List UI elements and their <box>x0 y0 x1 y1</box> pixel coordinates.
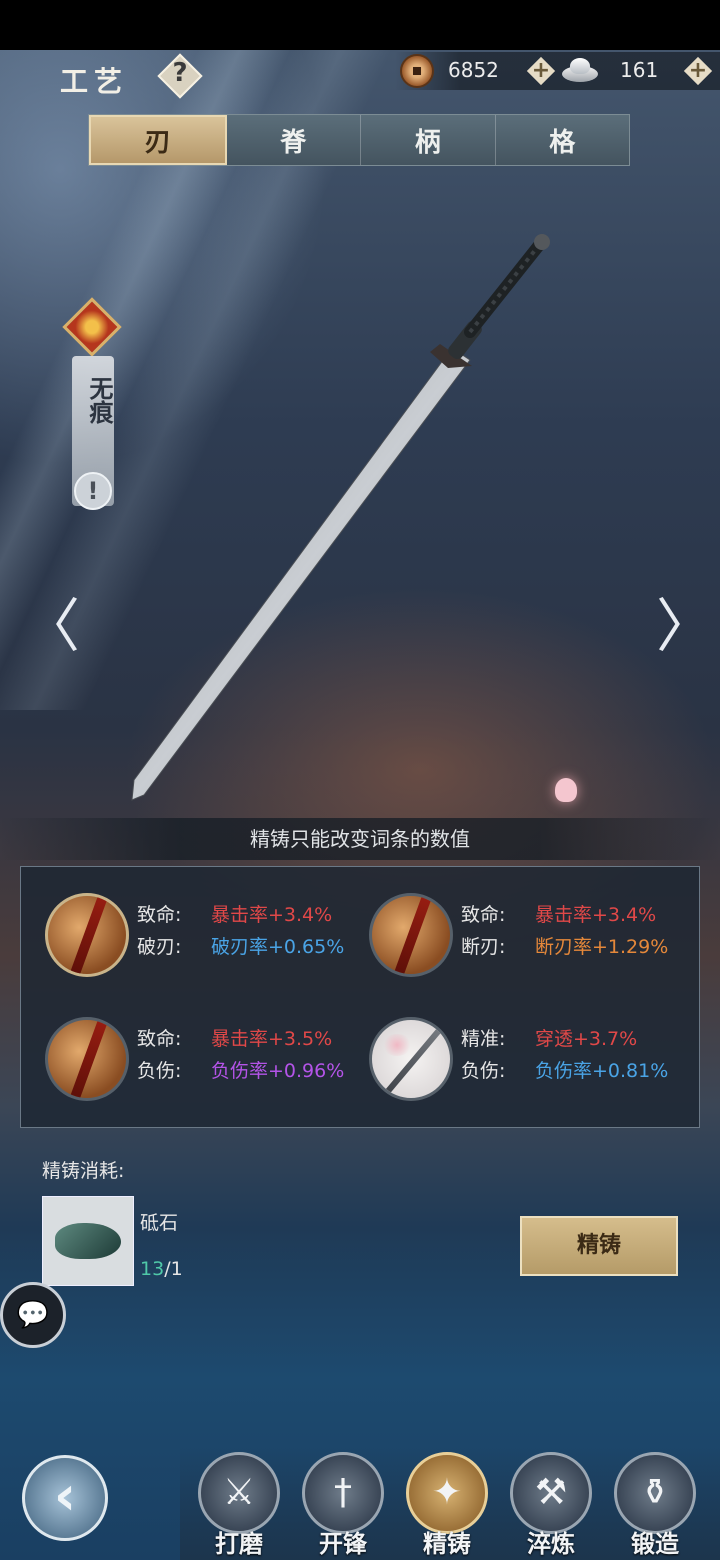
tab-spine[interactable]: 脊 <box>227 115 361 165</box>
silver-amount: 161 <box>620 58 659 82</box>
forge-icon: ⚱ <box>614 1452 696 1534</box>
affix-value: 破刃率+0.65% <box>211 936 345 958</box>
nav-refine[interactable]: ✦ 精铸 <box>402 1452 492 1558</box>
affix-value: 暴击率+3.4% <box>535 904 657 926</box>
affix-slot-4[interactable]: 精准: 穿透+3.7% 负伤: 负伤率+0.81% <box>369 1013 689 1113</box>
whetstone-name: 砥石 <box>140 1212 179 1234</box>
status-bar <box>0 0 720 50</box>
grind-icon: ⚔ <box>198 1452 280 1534</box>
tab-blade[interactable]: 刃 <box>89 115 227 165</box>
help-button[interactable]: ? <box>156 52 204 100</box>
affix-value: 暴击率+3.4% <box>211 904 333 926</box>
floating-lantern <box>555 778 577 802</box>
nav-forge[interactable]: ⚱ 锻造 <box>610 1452 700 1558</box>
affix-value: 断刃率+1.29% <box>535 936 669 958</box>
part-tabs: 刃 脊 柄 格 <box>88 114 630 166</box>
silver-ingot-icon <box>560 56 600 84</box>
blade-affix-icon <box>369 893 453 977</box>
tab-handle[interactable]: 柄 <box>361 115 496 165</box>
whetstone-icon <box>55 1223 121 1259</box>
add-copper-button[interactable]: + <box>526 56 556 86</box>
affix-slot-1[interactable]: 致命: 暴击率+3.4% 破刃: 破刃率+0.65% <box>45 889 365 989</box>
affix-value: 负伤率+0.96% <box>211 1060 345 1082</box>
temper-icon: ⚒ <box>510 1452 592 1534</box>
sharpen-icon: † <box>302 1452 384 1534</box>
copper-amount: 6852 <box>448 58 499 82</box>
tab-guard[interactable]: 格 <box>496 115 630 165</box>
whetstone-item-slot[interactable] <box>42 1196 134 1286</box>
affix-panel: 致命: 暴击率+3.4% 破刃: 破刃率+0.65% 致命: 暴击率+3.4% 断刃:… <box>20 866 700 1128</box>
refine-notice: 精铸只能改变词条的数值 <box>0 818 720 860</box>
refine-icon: ✦ <box>406 1452 488 1534</box>
add-silver-button[interactable]: + <box>683 56 713 86</box>
affix-value: 负伤率+0.81% <box>535 1060 669 1082</box>
affix-slot-2[interactable]: 致命: 暴击率+3.4% 断刃: 断刃率+1.29% <box>369 889 689 989</box>
currency-bar <box>395 52 720 90</box>
page-title: 工艺 <box>60 65 129 98</box>
refine-cost-label: 精铸消耗: <box>42 1160 125 1182</box>
blade-affix-icon <box>45 893 129 977</box>
affix-value: 穿透+3.7% <box>535 1028 638 1050</box>
nav-grind[interactable]: ⚔ 打磨 <box>194 1452 284 1558</box>
nav-sharpen[interactable]: † 开锋 <box>298 1452 388 1558</box>
back-arrow-icon[interactable]: ‹ <box>22 1455 108 1541</box>
sword-model <box>131 234 550 801</box>
blossom-blade-affix-icon <box>369 1017 453 1101</box>
copper-coin-icon <box>400 54 434 88</box>
affix-slot-3[interactable]: 致命: 暴击率+3.5% 负伤: 负伤率+0.96% <box>45 1013 365 1113</box>
affix-value: 暴击率+3.5% <box>211 1028 333 1050</box>
blade-affix-icon <box>45 1017 129 1101</box>
chat-bubble-icon[interactable]: 💬 <box>0 1282 66 1348</box>
whetstone-count: 13/1 <box>140 1258 183 1280</box>
refine-button[interactable]: 精铸 <box>520 1216 678 1276</box>
nav-temper[interactable]: ⚒ 淬炼 <box>506 1452 596 1558</box>
